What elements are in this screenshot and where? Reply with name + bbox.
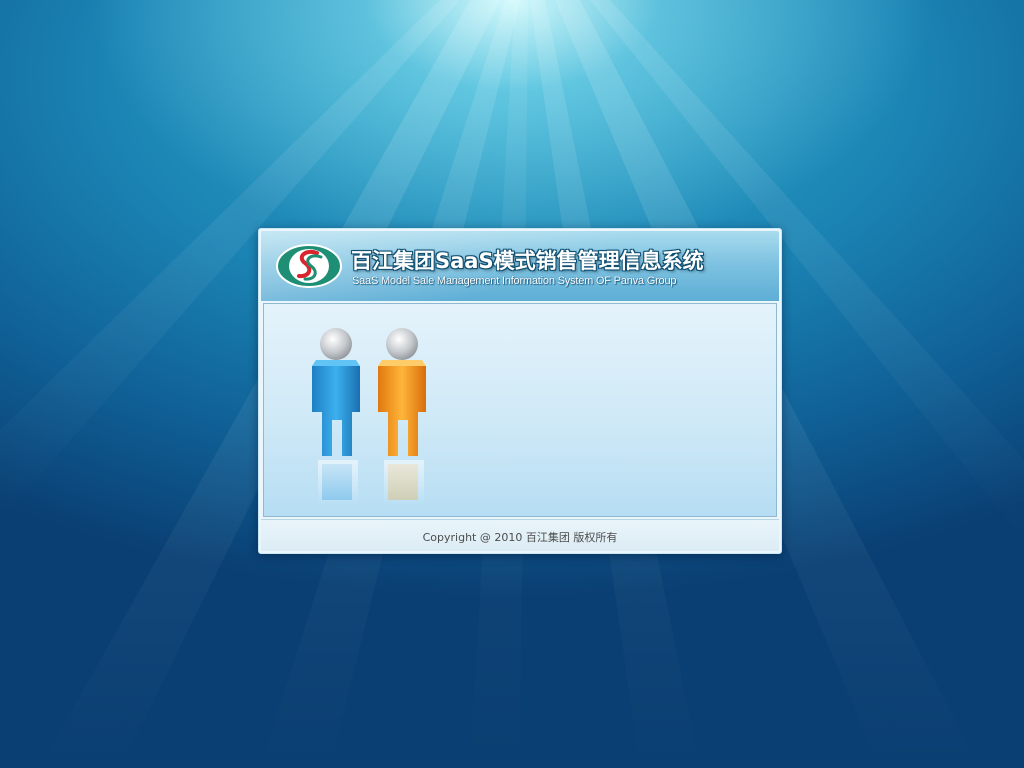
content-area (263, 303, 777, 517)
panva-s-logo-icon (276, 244, 342, 288)
two-users-icon (312, 328, 426, 504)
panel-footer: Copyright @ 2010 百江集团 版权所有 (261, 519, 779, 551)
system-title-chinese: 百江集团SaaS模式销售管理信息系统 (351, 249, 704, 273)
copyright-text: Copyright @ 2010 百江集团 版权所有 (422, 531, 618, 544)
panel-header: 百江集团SaaS模式销售管理信息系统 SaaS Model Sale Manag… (261, 231, 779, 301)
login-panel: 百江集团SaaS模式销售管理信息系统 SaaS Model Sale Manag… (258, 228, 782, 554)
system-title-english: SaaS Model Sale Management Information S… (352, 275, 677, 287)
